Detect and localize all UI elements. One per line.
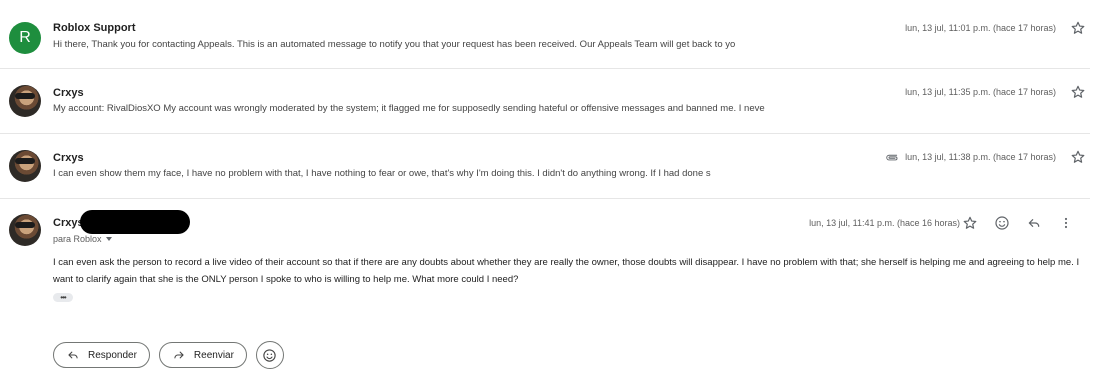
recipient-text: para Roblox [53,234,102,244]
message-snippet: Hi there, Thank you for contacting Appea… [53,39,736,50]
reply-icon [1028,219,1040,227]
reply-button[interactable] [1018,214,1050,232]
forward-label: Reenviar [193,349,234,361]
star-icon[interactable] [1070,84,1086,100]
sender-name: Crxys [53,152,84,164]
star-icon[interactable] [1070,20,1086,36]
message-time: lun, 13 jul, 11:41 p.m. (hace 16 horas) [809,218,960,228]
reply-actions: Responder Reenviar [53,341,284,369]
message-row[interactable]: Crxys I can even show them my face, I ha… [0,134,1090,199]
show-trimmed-content-button[interactable]: ••• [53,293,73,302]
message-snippet: My account: RivalDiosXO My account was w… [53,103,765,114]
recipient-line[interactable]: para Roblox [53,234,112,244]
sender-name: Roblox Support [53,22,136,34]
reply-label: Responder [88,349,137,361]
emoji-reaction-button[interactable] [255,341,284,369]
paperclip-icon [886,154,898,161]
more-options-button[interactable] [1050,214,1082,232]
redaction-bar [80,210,190,234]
avatar-letter: R [19,29,31,46]
avatar [9,85,41,117]
message-row[interactable]: R Roblox Support Hi there, Thank you for… [0,4,1090,69]
avatar [9,214,41,246]
message-snippet: I can even show them my face, I have no … [53,168,711,179]
star-icon [963,216,977,229]
more-vert-icon [1064,217,1068,229]
message-time: lun, 13 jul, 11:35 p.m. (hace 17 horas) [905,87,1056,97]
time-text: lun, 13 jul, 11:01 p.m. (hace 17 horas) [905,23,1056,33]
reply-icon [68,351,78,359]
message-time: lun, 13 jul, 11:38 p.m. (hace 17 horas) [885,152,1056,162]
message-row[interactable]: Crxys My account: RivalDiosXO My account… [0,69,1090,134]
forward-button[interactable]: Reenviar [158,342,247,368]
message-time: lun, 13 jul, 11:01 p.m. (hace 17 horas) [905,23,1056,33]
time-text: lun, 13 jul, 11:35 p.m. (hace 17 horas) [905,87,1056,97]
forward-icon [174,351,184,359]
reply-button[interactable]: Responder [53,342,150,368]
avatar: R [9,22,41,54]
emoji-icon [995,216,1009,230]
message-actions [954,214,1082,232]
time-text: lun, 13 jul, 11:38 p.m. (hace 17 horas) [905,152,1056,162]
chevron-down-icon[interactable] [105,237,112,241]
emoji-button[interactable] [986,214,1018,232]
star-icon[interactable] [1070,149,1086,165]
message-body: I can even ask the person to record a li… [53,257,1080,285]
avatar [9,150,41,182]
sender-name: Crxys [53,217,84,229]
emoji-icon [263,348,277,362]
sender-name: Crxys [53,87,84,99]
star-button[interactable] [954,214,986,232]
